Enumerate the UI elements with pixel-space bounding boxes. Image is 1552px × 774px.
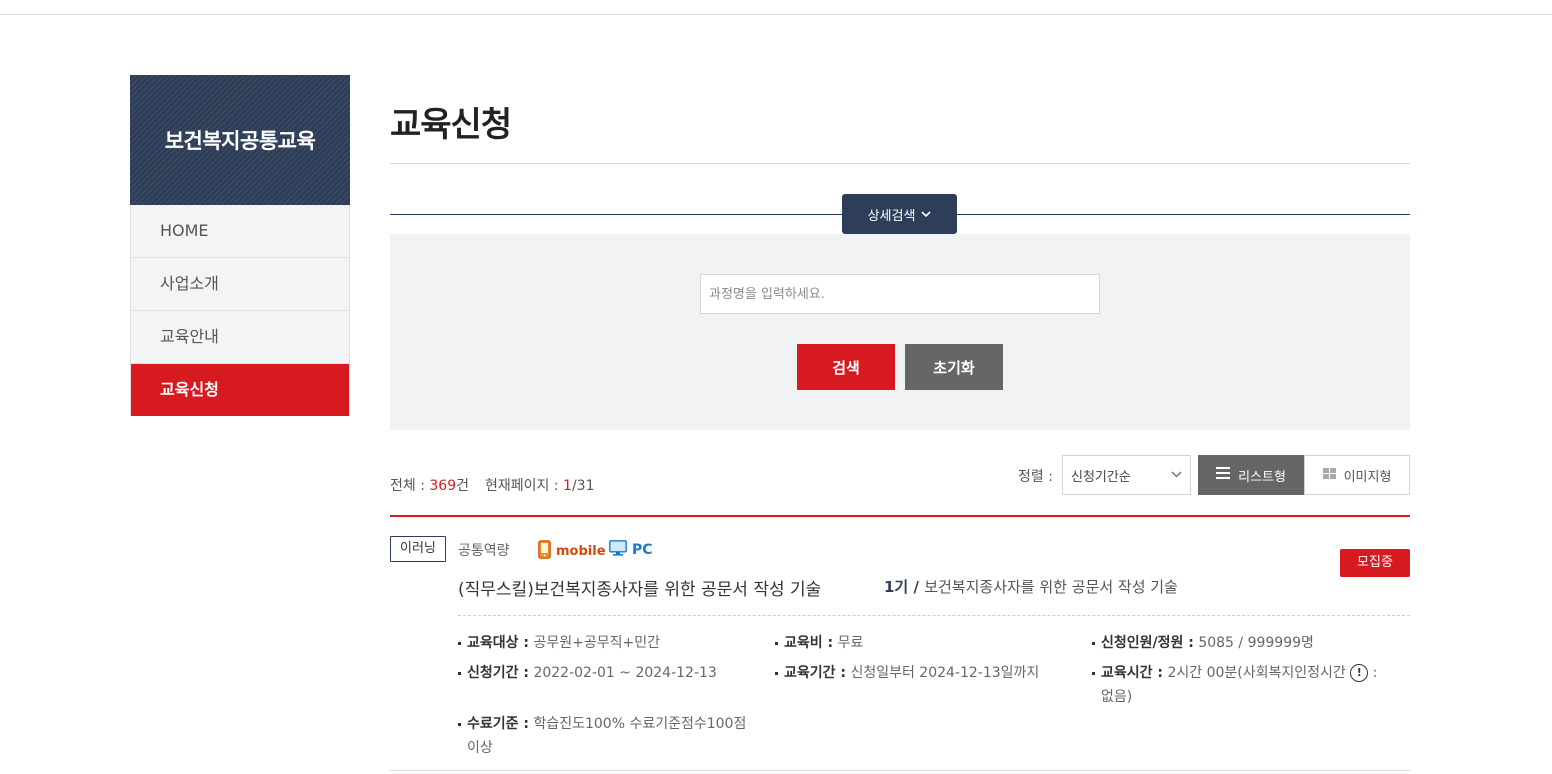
- sort-select[interactable]: 신청기간순: [1062, 455, 1191, 495]
- chevron-down-icon: [1171, 467, 1182, 481]
- reset-button[interactable]: 초기화: [905, 344, 1003, 390]
- sort-selected-value: 신청기간순: [1071, 469, 1131, 485]
- info-completion-label: 수료기준 :: [467, 716, 529, 732]
- sort-label: 정렬 :: [1018, 469, 1053, 485]
- list-icon: [1216, 467, 1231, 483]
- search-button[interactable]: 검색: [797, 344, 895, 390]
- mobile-badge: mobile: [538, 540, 606, 563]
- info-edu-time-colon: :: [1372, 665, 1378, 681]
- info-capacity-value: 5085 / 999999명: [1198, 635, 1314, 651]
- course-category: 공통역량: [458, 543, 510, 559]
- advanced-search-button[interactable]: 상세검색: [842, 194, 957, 234]
- grid-icon: [1322, 467, 1336, 483]
- info-target-label: 교육대상 :: [467, 635, 529, 651]
- page-label: 현재페이지 :: [485, 478, 564, 494]
- info-apply-period-value: 2022-02-01 ~ 2024-12-13: [533, 665, 717, 681]
- info-edu-period: 교육기간 : 신청일부터 2024-12-13일까지: [774, 661, 1040, 685]
- course-subtitle-group: 1기 / 보건복지종사자를 위한 공문서 작성 기술: [884, 576, 1178, 597]
- top-divider: [0, 14, 1552, 15]
- info-fee: 교육비 : 무료: [774, 631, 864, 655]
- course-type-tag: 이러닝: [390, 536, 446, 562]
- sidebar-title: 보건복지공통교육: [130, 75, 350, 205]
- info-edu-time-label: 교육시간 :: [1101, 665, 1163, 681]
- info-edu-time-recognized: 없음): [1101, 689, 1133, 705]
- search-panel: 검색 초기화: [390, 234, 1410, 430]
- sidebar-menu: HOME 사업소개 교육안내 교육신청: [130, 205, 350, 416]
- advanced-search-label: 상세검색: [867, 208, 916, 224]
- mobile-phone-icon: [538, 540, 551, 563]
- status-badge: 모집중: [1340, 549, 1410, 577]
- info-target: 교육대상 : 공무원+공무직+민간: [458, 631, 660, 655]
- info-help-icon[interactable]: !: [1350, 664, 1369, 682]
- info-completion-value: 학습진도100% 수료기준점수100점: [533, 716, 747, 732]
- mobile-label: mobile: [556, 544, 606, 559]
- pc-label: PC: [632, 542, 653, 558]
- monitor-icon: [609, 540, 627, 560]
- sidebar-item-about[interactable]: 사업소개: [131, 258, 349, 311]
- info-capacity-label: 신청인원/정원 :: [1101, 635, 1194, 651]
- list-view-button[interactable]: 리스트형: [1198, 455, 1304, 495]
- total-label: 전체 :: [390, 478, 430, 494]
- info-apply-period-label: 신청기간 :: [467, 665, 529, 681]
- result-summary: 전체 : 369건 현재페이지 : 1/31: [390, 475, 595, 495]
- total-count: 369: [429, 478, 457, 494]
- info-apply-period: 신청기간 : 2022-02-01 ~ 2024-12-13: [458, 661, 717, 685]
- chevron-down-icon: [921, 208, 931, 221]
- info-capacity: 신청인원/정원 : 5085 / 999999명: [1092, 631, 1314, 655]
- course-round: 1기: [884, 578, 909, 596]
- sidebar-item-guide[interactable]: 교육안내: [131, 311, 349, 364]
- sidebar: 보건복지공통교육 HOME 사업소개 교육안내 교육신청: [130, 75, 350, 416]
- info-edu-time: 교육시간 : 2시간 00분(사회복지인정시간 ! : 없음): [1092, 661, 1401, 709]
- info-completion-rest: 이상: [467, 740, 493, 756]
- total-pages: /31: [571, 478, 595, 494]
- image-view-label: 이미지형: [1343, 469, 1392, 485]
- list-view-label: 리스트형: [1238, 469, 1286, 485]
- course-title[interactable]: (직무스킬)보건복지종사자를 위한 공문서 작성 기술: [458, 580, 821, 600]
- title-divider: [390, 163, 1410, 164]
- info-edu-time-value: 2시간 00분(사회복지인정시간: [1167, 665, 1346, 681]
- current-page: 1: [563, 478, 572, 494]
- info-edu-period-value: 신청일부터 2024-12-13일까지: [850, 665, 1040, 681]
- image-view-button[interactable]: 이미지형: [1304, 455, 1410, 495]
- pc-badge: PC: [609, 540, 653, 560]
- info-target-value: 공무원+공무직+민간: [533, 635, 660, 651]
- course-separator: /: [908, 578, 925, 596]
- sidebar-item-apply[interactable]: 교육신청: [131, 364, 349, 416]
- page-title: 교육신청: [390, 105, 512, 145]
- course-title-row: (직무스킬)보건복지종사자를 위한 공문서 작성 기술 1기 / 보건복지종사자…: [458, 575, 1410, 600]
- course-divider: [458, 615, 1410, 616]
- course-list-item[interactable]: 이러닝 공통역량 mobile PC 모집중 (직무스킬)보건복지종사자를 위한…: [390, 517, 1410, 771]
- course-subtitle: 보건복지종사자를 위한 공문서 작성 기술: [924, 578, 1178, 596]
- info-fee-value: 무료: [837, 635, 864, 651]
- total-unit: 건: [456, 478, 470, 494]
- sidebar-item-home[interactable]: HOME: [131, 205, 349, 258]
- info-completion: 수료기준 : 학습진도100% 수료기준점수100점이상: [458, 712, 767, 760]
- course-search-input[interactable]: [700, 274, 1100, 314]
- info-edu-period-label: 교육기간 :: [784, 665, 846, 681]
- info-fee-label: 교육비 :: [784, 635, 834, 651]
